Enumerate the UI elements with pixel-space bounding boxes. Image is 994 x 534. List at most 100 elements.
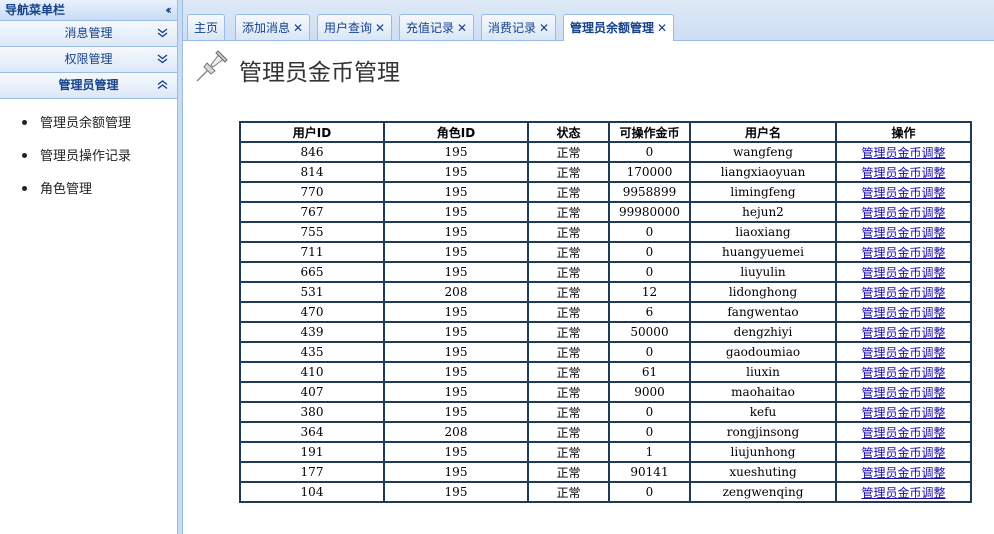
menu-item-label[interactable]: 管理员操作记录 (40, 149, 131, 164)
cell-action: 管理员金币调整 (835, 361, 972, 383)
cell-available-coins: 50000 (608, 321, 691, 343)
cell-status: 正常 (527, 441, 610, 463)
table-row: 531 208 正常 12 lidonghong 管理员金币调整 (239, 281, 972, 303)
adjust-coins-link[interactable]: 管理员金币调整 (861, 366, 945, 380)
adjust-coins-link[interactable]: 管理员金币调整 (861, 466, 945, 480)
close-icon[interactable]: ✕ (539, 21, 549, 35)
tab-consumption-records[interactable]: 消费记录 ✕ (481, 14, 557, 40)
tab-label: 充值记录 (406, 21, 455, 35)
accordion-permission-management[interactable]: 权限管理 (0, 47, 177, 73)
accordion-label: 管理员管理 (58, 78, 119, 92)
cell-status: 正常 (527, 381, 610, 403)
cell-user-id: 407 (239, 381, 385, 403)
cell-status: 正常 (527, 141, 610, 163)
cell-user-id: 846 (239, 141, 385, 163)
adjust-coins-link[interactable]: 管理员金币调整 (861, 346, 945, 360)
cell-role-id: 208 (383, 281, 529, 303)
adjust-coins-link[interactable]: 管理员金币调整 (861, 306, 945, 320)
accordion-admin-management[interactable]: 管理员管理 (0, 73, 177, 99)
adjust-coins-link[interactable]: 管理员金币调整 (861, 446, 945, 460)
tab-admin-balance[interactable]: 管理员余额管理 ✕ (563, 14, 675, 41)
close-icon[interactable]: ✕ (293, 21, 303, 35)
pin-icon (196, 50, 228, 82)
expand-icon[interactable] (157, 28, 168, 40)
table-row: 177 195 正常 90141 xueshuting 管理员金币调整 (239, 461, 972, 483)
cell-action: 管理员金币调整 (835, 261, 972, 283)
cell-action: 管理员金币调整 (835, 381, 972, 403)
cell-username: huangyuemei (689, 241, 837, 263)
adjust-coins-link[interactable]: 管理员金币调整 (861, 326, 945, 340)
cell-status: 正常 (527, 201, 610, 223)
cell-action: 管理员金币调整 (835, 141, 972, 163)
adjust-coins-link[interactable]: 管理员金币调整 (861, 386, 945, 400)
cell-username: limingfeng (689, 181, 837, 203)
adjust-coins-link[interactable]: 管理员金币调整 (861, 146, 945, 160)
table-row: 767 195 正常 99980000 hejun2 管理员金币调整 (239, 201, 972, 223)
tab-user-query[interactable]: 用户查询 ✕ (317, 14, 393, 40)
column-header-action: 操作 (835, 121, 972, 143)
close-icon[interactable]: ✕ (657, 21, 667, 35)
collapse-icon[interactable] (157, 80, 168, 92)
adjust-coins-link[interactable]: 管理员金币调整 (861, 166, 945, 180)
column-header-available-coins: 可操作金币 (608, 121, 691, 143)
tab-label: 消费记录 (488, 21, 537, 35)
table-row: 439 195 正常 50000 dengzhiyi 管理员金币调整 (239, 321, 972, 343)
cell-role-id: 195 (383, 301, 529, 323)
tab-recharge-records[interactable]: 充值记录 ✕ (399, 14, 475, 40)
menu-item-admin-balance[interactable]: 管理员余额管理 (22, 115, 177, 148)
accordion-label: 消息管理 (64, 26, 113, 40)
close-icon[interactable]: ✕ (375, 21, 385, 35)
adjust-coins-link[interactable]: 管理员金币调整 (861, 186, 945, 200)
menu-item-admin-operation-log[interactable]: 管理员操作记录 (22, 148, 177, 181)
table-row: 470 195 正常 6 fangwentao 管理员金币调整 (239, 301, 972, 323)
cell-user-id: 439 (239, 321, 385, 343)
admin-coin-table: 用户ID 角色ID 状态 可操作金币 用户名 操作 846 195 正常 0 wangfeng 管理… (239, 121, 972, 503)
cell-available-coins: 6 (608, 301, 691, 323)
table-row: 407 195 正常 9000 maohaitao 管理员金币调整 (239, 381, 972, 403)
cell-status: 正常 (527, 481, 610, 503)
cell-role-id: 195 (383, 241, 529, 263)
cell-username: liujunhong (689, 441, 837, 463)
cell-status: 正常 (527, 221, 610, 243)
adjust-coins-link[interactable]: 管理员金币调整 (861, 426, 945, 440)
cell-available-coins: 9958899 (608, 181, 691, 203)
adjust-coins-link[interactable]: 管理员金币调整 (861, 406, 945, 420)
cell-action: 管理员金币调整 (835, 461, 972, 483)
adjust-coins-link[interactable]: 管理员金币调整 (861, 246, 945, 260)
adjust-coins-link[interactable]: 管理员金币调整 (861, 206, 945, 220)
menu-item-label[interactable]: 角色管理 (40, 182, 92, 197)
navigation-sidebar: 导航菜单栏 ‹‹ 消息管理 权限管理 管理员管理 管理员余额管理 管理员操作记录… (0, 0, 178, 534)
cell-user-id: 770 (239, 181, 385, 203)
cell-username: rongjinsong (689, 421, 837, 443)
table-row: 435 195 正常 0 gaodoumiao 管理员金币调整 (239, 341, 972, 363)
admin-menu-list: 管理员余额管理 管理员操作记录 角色管理 (0, 99, 177, 214)
close-icon[interactable]: ✕ (457, 21, 467, 35)
adjust-coins-link[interactable]: 管理员金币调整 (861, 486, 945, 500)
cell-username: hejun2 (689, 201, 837, 223)
menu-item-role-management[interactable]: 角色管理 (22, 181, 177, 214)
menu-item-label[interactable]: 管理员余额管理 (40, 116, 131, 131)
cell-status: 正常 (527, 181, 610, 203)
tab-add-message[interactable]: 添加消息 ✕ (235, 14, 311, 40)
tab-label: 主页 (194, 21, 219, 35)
bullet-icon (22, 120, 27, 125)
tab-label: 添加消息 (242, 21, 291, 35)
collapse-sidebar-icon[interactable]: ‹‹ (165, 0, 172, 20)
adjust-coins-link[interactable]: 管理员金币调整 (861, 226, 945, 240)
tab-home[interactable]: 主页 (187, 14, 226, 40)
cell-username: gaodoumiao (689, 341, 837, 363)
table-row: 814 195 正常 170000 liangxiaoyuan 管理员金币调整 (239, 161, 972, 183)
cell-action: 管理员金币调整 (835, 161, 972, 183)
cell-user-id: 531 (239, 281, 385, 303)
cell-status: 正常 (527, 461, 610, 483)
accordion-message-management[interactable]: 消息管理 (0, 21, 177, 47)
tab-content: 管理员金币管理 用户ID 角色ID 状态 可操作金币 用户名 操作 846 195 正常 0 wa… (183, 41, 994, 534)
cell-status: 正常 (527, 301, 610, 323)
cell-username: liaoxiang (689, 221, 837, 243)
sidebar-title: 导航菜单栏 (5, 3, 66, 17)
cell-status: 正常 (527, 281, 610, 303)
expand-icon[interactable] (157, 54, 168, 66)
adjust-coins-link[interactable]: 管理员金币调整 (861, 286, 945, 300)
adjust-coins-link[interactable]: 管理员金币调整 (861, 266, 945, 280)
table-row: 364 208 正常 0 rongjinsong 管理员金币调整 (239, 421, 972, 443)
